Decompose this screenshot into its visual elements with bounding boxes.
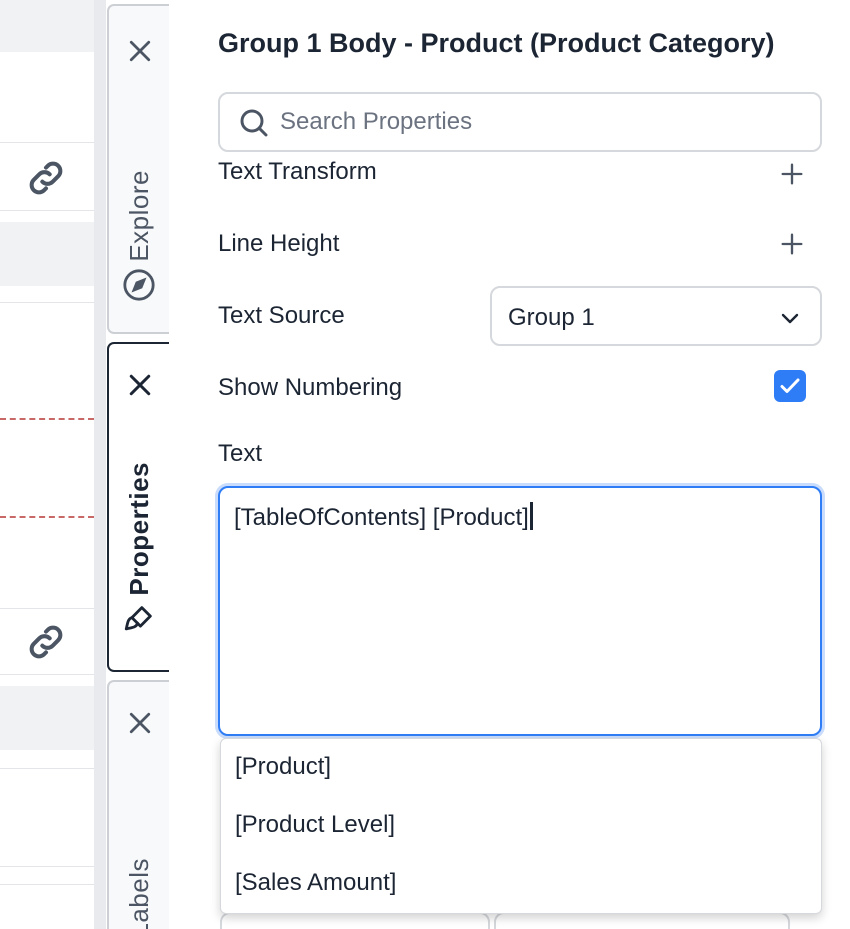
text-expression-value: [TableOfContents] [Product] [234, 504, 529, 531]
autocomplete-option[interactable]: [Product] [221, 739, 821, 797]
search-icon [240, 109, 268, 137]
canvas-row-divider [0, 210, 94, 211]
canvas-row-divider [0, 302, 94, 303]
text-source-select[interactable]: Group 1 [490, 286, 822, 346]
close-icon[interactable] [125, 36, 155, 66]
compass-icon [123, 269, 155, 301]
canvas-row-divider [0, 142, 94, 143]
link-icon[interactable] [24, 620, 68, 664]
search-box[interactable] [218, 92, 822, 152]
tab-labels[interactable]: Labels [107, 680, 169, 929]
autocomplete-dropdown: [Product] [Product Level] [Sales Amount] [220, 738, 822, 914]
show-numbering-label: Show Numbering [218, 374, 403, 401]
chevron-down-icon [781, 313, 799, 324]
text-source-value: Group 1 [508, 304, 595, 331]
canvas-row-divider [0, 884, 94, 885]
property-field[interactable] [494, 912, 790, 929]
canvas-row-band [0, 0, 94, 52]
search-input[interactable] [280, 104, 800, 140]
show-numbering-checkbox[interactable] [774, 370, 806, 402]
link-icon[interactable] [24, 156, 68, 200]
autocomplete-option[interactable]: [Product Level] [221, 797, 821, 855]
property-field[interactable] [220, 912, 490, 929]
report-canvas [0, 0, 94, 929]
canvas-row-divider [0, 866, 94, 867]
canvas-row-divider [0, 768, 94, 769]
text-source-label: Text Source [218, 302, 345, 329]
canvas-row-band [0, 222, 94, 286]
tab-properties[interactable]: Properties [107, 342, 169, 672]
text-label: Text [218, 440, 263, 467]
plus-icon[interactable] [778, 230, 806, 258]
text-expression-editor[interactable]: [TableOfContents] [Product] [218, 486, 822, 736]
properties-list[interactable]: Text Transform Line Height Text Source G… [170, 152, 850, 929]
tab-labels-label: Labels [123, 858, 154, 929]
page-break-line [0, 418, 94, 420]
checkmark-icon [780, 378, 800, 393]
close-icon[interactable] [125, 370, 155, 400]
text-transform-label: Text Transform [218, 158, 377, 185]
autocomplete-option[interactable]: [Sales Amount] [221, 855, 821, 913]
panel-title: Group 1 Body - Product (Product Category… [218, 28, 775, 58]
tab-explore[interactable]: Explore [107, 4, 169, 334]
close-icon[interactable] [125, 708, 155, 738]
line-height-label: Line Height [218, 230, 340, 257]
brush-icon [124, 605, 152, 630]
plus-icon[interactable] [778, 160, 806, 188]
tab-explore-label: Explore [123, 170, 154, 262]
text-caret [529, 502, 533, 530]
canvas-row-divider [0, 674, 94, 675]
page-break-line [0, 516, 94, 518]
splitter[interactable] [94, 0, 106, 929]
tab-properties-label: Properties [123, 462, 154, 596]
properties-panel: Group 1 Body - Product (Product Category… [170, 0, 850, 929]
canvas-row-band [0, 686, 94, 750]
canvas-row-divider [0, 608, 94, 609]
